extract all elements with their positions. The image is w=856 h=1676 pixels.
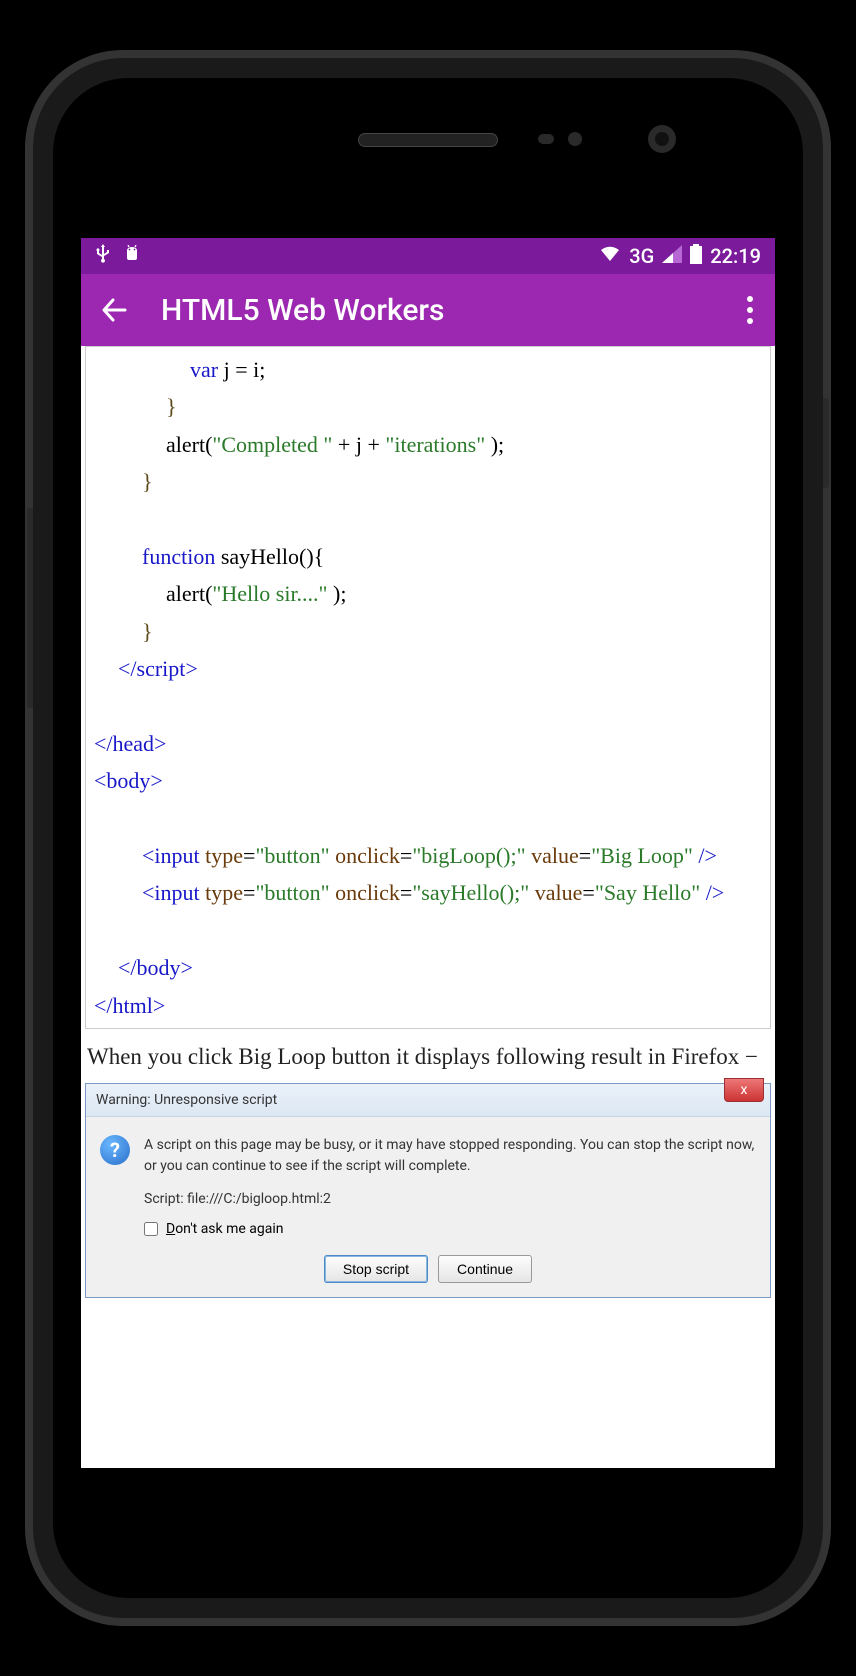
status-bar: 3G 22:19 [81,238,775,274]
signal-icon [662,245,682,268]
power-button [823,398,829,488]
android-debug-icon [123,245,141,268]
volume-button [27,508,33,708]
dialog-title-bar: Warning: Unresponsive script x [86,1084,770,1116]
content-area[interactable]: var j = i; } alert("Completed " + j + "i… [81,346,775,1468]
dont-ask-checkbox-input[interactable] [144,1222,158,1236]
dialog-message: A script on this page may be busy, or it… [144,1135,756,1177]
more-menu-icon[interactable] [737,286,757,334]
app-bar: HTML5 Web Workers [81,274,775,346]
network-label: 3G [629,244,654,268]
wifi-icon [599,245,621,268]
continue-button[interactable]: Continue [438,1255,532,1283]
dialog-script-path: Script: file:///C:/bigloop.html:2 [144,1191,756,1207]
phone-frame: 3G 22:19 HTML5 Web Workers [33,58,823,1618]
battery-icon [690,244,702,269]
speaker [358,133,498,147]
page-title: HTML5 Web Workers [161,293,737,328]
phone-inner: 3G 22:19 HTML5 Web Workers [53,78,803,1598]
dont-ask-label: Don't ask me again [166,1221,284,1237]
usb-icon [95,244,111,269]
back-arrow-icon[interactable] [99,296,127,324]
dialog-close-button[interactable]: x [724,1078,764,1102]
description-text: When you click Big Loop button it displa… [81,1029,775,1083]
sensor [538,134,554,144]
clock-label: 22:19 [710,244,761,268]
warning-dialog: Warning: Unresponsive script x ? A scrip… [85,1083,771,1298]
dialog-title: Warning: Unresponsive script [96,1092,277,1108]
screen: 3G 22:19 HTML5 Web Workers [81,238,775,1468]
dont-ask-checkbox[interactable]: Don't ask me again [144,1221,756,1237]
sensor [568,132,582,146]
stop-script-button[interactable]: Stop script [324,1255,428,1283]
question-icon: ? [100,1135,130,1165]
front-camera [648,125,676,153]
code-block: var j = i; } alert("Completed " + j + "i… [85,346,771,1029]
